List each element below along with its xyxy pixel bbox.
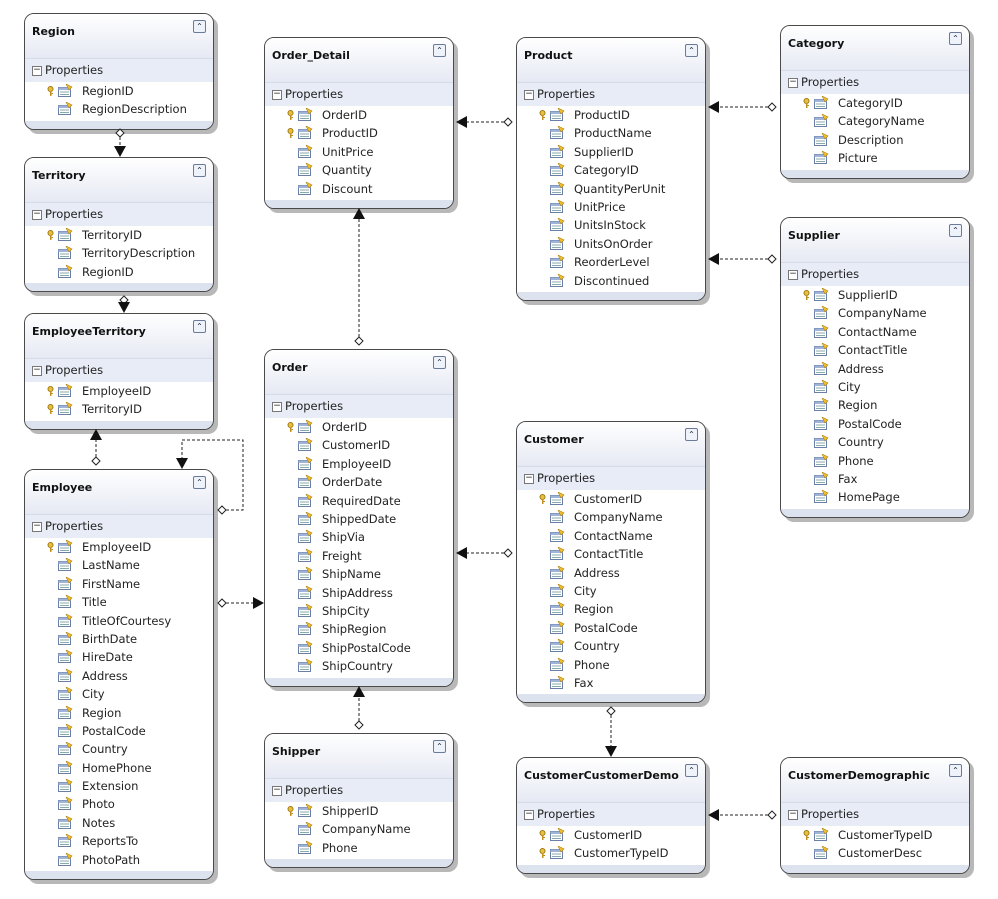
diamond-icon [606, 706, 616, 716]
association-supplier-product[interactable] [708, 253, 777, 265]
diamond-icon [503, 117, 513, 127]
arrowhead-icon [708, 253, 719, 265]
diamond-icon [503, 548, 513, 558]
diamond-icon [217, 505, 227, 515]
diamond-icon [767, 102, 777, 112]
association-category-product[interactable] [708, 101, 777, 113]
association-territory-employeeterritory[interactable] [118, 295, 130, 313]
association-product-order_detail[interactable] [456, 116, 513, 128]
arrowhead-icon [253, 597, 264, 609]
diamond-icon [217, 598, 227, 608]
arrowhead-icon [708, 101, 719, 113]
diamond-icon [767, 810, 777, 820]
diamond-icon [767, 254, 777, 264]
arrowhead-icon [605, 746, 617, 757]
diamond-icon [91, 456, 101, 466]
arrowhead-icon [90, 429, 102, 440]
association-region-territory[interactable] [114, 128, 126, 157]
arrowhead-icon [353, 208, 365, 219]
arrowhead-icon [176, 458, 188, 469]
association-customer-order[interactable] [456, 547, 513, 559]
association-order-order_detail[interactable] [353, 208, 365, 346]
association-line[interactable] [181, 439, 244, 511]
diamond-icon [115, 128, 125, 138]
association-employee-employee[interactable] [176, 439, 244, 515]
diamond-icon [354, 720, 364, 730]
arrowhead-icon [708, 809, 719, 821]
association-shipper-order[interactable] [353, 686, 365, 730]
association-customerdemographic-customercustomerdemo[interactable] [708, 809, 777, 821]
association-lines [90, 101, 777, 821]
arrowhead-icon [456, 547, 467, 559]
arrowhead-icon [353, 686, 365, 697]
association-customer-customercustomerdemo[interactable] [605, 706, 617, 757]
association-employee-employeeterritory[interactable] [90, 429, 102, 466]
arrowhead-icon [118, 302, 130, 313]
diamond-icon [354, 336, 364, 346]
arrowhead-icon [456, 116, 467, 128]
arrowhead-icon [114, 146, 126, 157]
association-employee-order[interactable] [217, 597, 264, 609]
